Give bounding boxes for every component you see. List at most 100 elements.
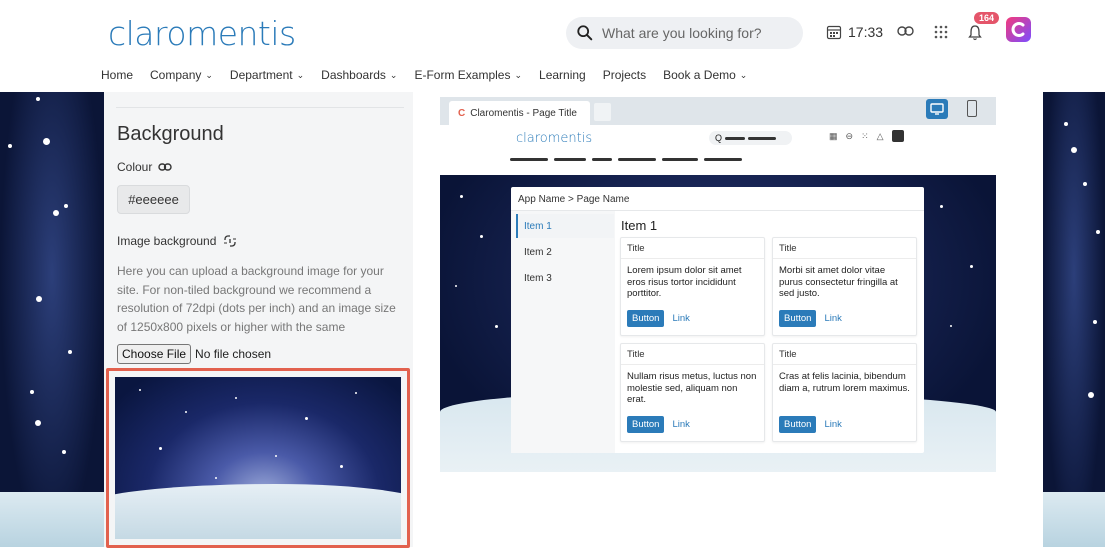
snowflake xyxy=(1083,182,1087,186)
bell-icon: △ xyxy=(876,130,884,141)
snowflake xyxy=(355,392,357,394)
colour-label-row: Colour xyxy=(117,160,173,174)
snow-ground xyxy=(115,484,401,539)
side-item-2[interactable]: Item 2 xyxy=(516,240,614,264)
tile-title: Title xyxy=(621,344,764,365)
browser-tab[interactable]: C Claromentis - Page Title xyxy=(449,101,590,125)
tile-button[interactable]: Button xyxy=(627,310,665,327)
snowflake xyxy=(940,205,943,208)
nav-book-a-demo[interactable]: Book a Demo ⌄ xyxy=(663,68,747,82)
tab-title: Claromentis - Page Title xyxy=(470,107,577,119)
tile-body: Morbi sit amet dolor vitae purus consect… xyxy=(779,265,898,299)
notification-badge: 164 xyxy=(974,12,1000,24)
section-heading: Background xyxy=(117,123,224,145)
desktop-view-icon[interactable] xyxy=(926,99,948,119)
snowflake xyxy=(36,97,40,101)
nav-department[interactable]: Department ⌄ xyxy=(230,68,304,82)
snowflake xyxy=(36,296,42,302)
nav-home[interactable]: Home xyxy=(101,68,133,82)
app-launcher-icon[interactable] xyxy=(1006,17,1031,42)
tile-link[interactable]: Link xyxy=(824,419,841,430)
tile-actions: Button Link xyxy=(779,416,842,433)
colour-label: Colour xyxy=(117,160,153,174)
link-icon: ⊖ xyxy=(845,130,854,141)
snowflake xyxy=(35,420,41,426)
background-image-thumbnail[interactable] xyxy=(115,377,401,539)
bell-icon[interactable] xyxy=(968,24,982,41)
main-nav: Home Company ⌄ Department ⌄ Dashboards ⌄ E-… xyxy=(101,68,764,82)
snowflake xyxy=(970,265,973,268)
snowflake xyxy=(235,397,237,399)
snowflake xyxy=(1064,122,1068,126)
tile-link[interactable]: Link xyxy=(672,419,689,430)
main-heading: Item 1 xyxy=(621,218,658,233)
tile-title: Title xyxy=(773,344,916,365)
side-item-3[interactable]: Item 3 xyxy=(516,266,614,290)
nav-projects[interactable]: Projects xyxy=(603,68,646,82)
side-item-1[interactable]: Item 1 xyxy=(516,214,614,238)
tile-body: Lorem ipsum dolor sit amet eros risus to… xyxy=(627,265,742,299)
chevron-down-icon: ⌄ xyxy=(205,69,213,80)
nav-company[interactable]: Company ⌄ xyxy=(150,68,213,82)
tile-button[interactable]: Button xyxy=(779,310,817,327)
snowflake xyxy=(62,450,66,454)
mobile-view-icon[interactable] xyxy=(967,100,977,117)
tile-button[interactable]: Button xyxy=(627,416,665,433)
unlink-icon[interactable] xyxy=(223,234,237,248)
chevron-down-icon: ⌄ xyxy=(514,69,523,80)
tile-link[interactable]: Link xyxy=(824,313,841,324)
content-tile: Title Morbi sit amet dolor vitae purus c… xyxy=(772,237,917,336)
chevron-down-icon: ⌄ xyxy=(389,69,398,80)
snow-ground xyxy=(0,492,104,547)
calendar-time[interactable]: 17:33 xyxy=(826,24,883,40)
tile-actions: Button Link xyxy=(627,310,690,327)
search-icon xyxy=(577,25,593,41)
snowflake xyxy=(460,195,463,198)
image-background-row: Image background xyxy=(117,234,237,248)
snowflake xyxy=(495,325,498,328)
snowflake xyxy=(215,477,217,479)
link-icon[interactable] xyxy=(897,25,914,37)
preview-header: claromentis Q ▦ ⊖ ⁙ △ xyxy=(440,125,996,175)
snowflake xyxy=(950,325,952,327)
snowflake xyxy=(1071,147,1077,153)
tile-button[interactable]: Button xyxy=(779,416,817,433)
chevron-down-icon: ⌄ xyxy=(296,69,305,80)
help-text: Here you can upload a background image f… xyxy=(117,264,396,334)
tile-title: Title xyxy=(621,238,764,259)
logo[interactable]: claromentis xyxy=(108,14,296,53)
link-icon[interactable] xyxy=(158,162,173,172)
content-tile: Title Lorem ipsum dolor sit amet eros ri… xyxy=(620,237,765,336)
nav-dashboards[interactable]: Dashboards ⌄ xyxy=(321,68,397,82)
search-input[interactable] xyxy=(602,25,792,41)
favicon-icon: C xyxy=(458,107,466,119)
snowflake xyxy=(1088,392,1094,398)
colour-value-field[interactable]: #eeeeee xyxy=(117,185,190,214)
apps-grid-icon[interactable] xyxy=(934,25,948,39)
snowflake xyxy=(185,411,187,413)
tile-link[interactable]: Link xyxy=(672,313,689,324)
breadcrumb: App Name > Page Name xyxy=(518,194,630,205)
new-tab-button[interactable] xyxy=(594,103,611,121)
tile-title: Title xyxy=(773,238,916,259)
preview-tab-bar: C Claromentis - Page Title xyxy=(440,97,996,125)
nav-learning[interactable]: Learning xyxy=(539,68,586,82)
content-tile: Title Nullam risus metus, luctus non mol… xyxy=(620,343,765,442)
snowflake xyxy=(1096,230,1100,234)
snowflake xyxy=(30,390,34,394)
nav-eform-examples[interactable]: E-Form Examples ⌄ xyxy=(414,68,522,82)
search-bar[interactable] xyxy=(566,17,803,49)
preview-app-card: App Name > Page Name Item 1 Item 2 Item … xyxy=(511,187,924,453)
tile-body: Nullam risus metus, luctus non molestie … xyxy=(627,371,757,405)
snowflake xyxy=(305,417,308,420)
calendar-icon: ▦ xyxy=(829,130,838,141)
tile-body: Cras at felis lacinia, bibendum diam a, … xyxy=(779,371,910,394)
chevron-down-icon: ⌄ xyxy=(739,69,748,80)
search-icon: Q xyxy=(715,133,723,143)
choose-file-button[interactable]: Choose File xyxy=(117,344,192,364)
snowflake xyxy=(455,285,457,287)
snowflake xyxy=(340,465,343,468)
snow-ground xyxy=(1043,492,1105,547)
content-tile: Title Cras at felis lacinia, bibendum di… xyxy=(772,343,917,442)
calendar-icon xyxy=(826,25,842,40)
